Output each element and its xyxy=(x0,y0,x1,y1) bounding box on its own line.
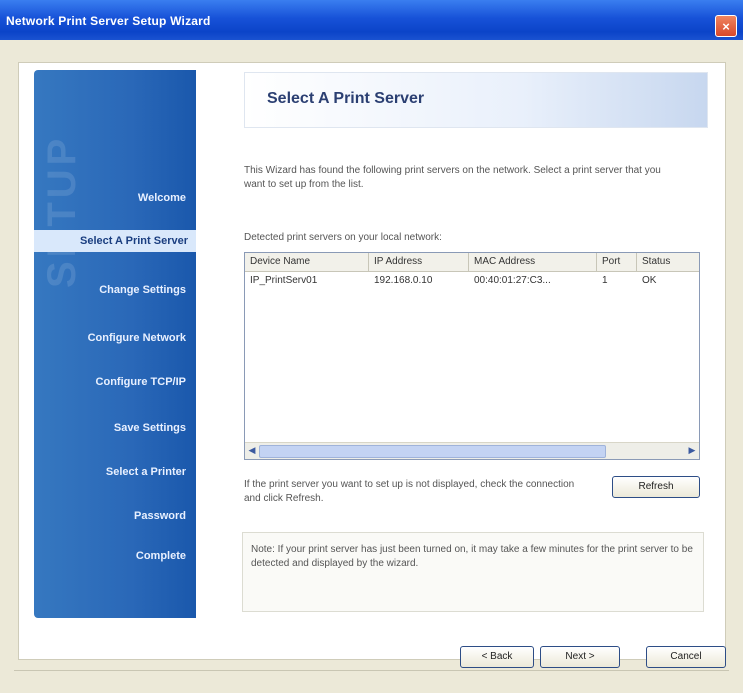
column-port[interactable]: Port xyxy=(597,253,637,271)
scroll-right-icon[interactable]: ▶ xyxy=(685,444,699,457)
column-status[interactable]: Status xyxy=(637,253,699,271)
step-configure-tcpip: Configure TCP/IP xyxy=(95,376,186,388)
step-configure-network: Configure Network xyxy=(87,332,186,344)
table-row[interactable]: IP_PrintServ01 192.168.0.10 00:40:01:27:… xyxy=(245,273,699,289)
list-header: Device Name IP Address MAC Address Port … xyxy=(245,253,699,272)
close-icon: × xyxy=(722,19,730,34)
list-label: Detected print servers on your local net… xyxy=(244,232,442,243)
cell-port: 1 xyxy=(602,275,608,286)
column-ip-address[interactable]: IP Address xyxy=(369,253,469,271)
column-mac-address[interactable]: MAC Address xyxy=(469,253,597,271)
step-complete: Complete xyxy=(135,550,186,562)
cancel-button[interactable]: Cancel xyxy=(646,646,726,668)
window-title: Network Print Server Setup Wizard xyxy=(6,14,211,28)
wizard-window: Network Print Server Setup Wizard × SETU… xyxy=(0,0,743,693)
cell-mac-address: 00:40:01:27:C3... xyxy=(474,275,551,286)
scroll-thumb[interactable] xyxy=(259,445,606,458)
print-server-list[interactable]: Device Name IP Address MAC Address Port … xyxy=(244,252,700,460)
back-button[interactable]: < Back xyxy=(460,646,534,668)
horizontal-scrollbar[interactable]: ◀ ▶ xyxy=(245,442,699,459)
intro-text: This Wizard has found the following prin… xyxy=(244,165,661,190)
cell-device-name: IP_PrintServ01 xyxy=(250,275,318,286)
page-header: Select A Print Server xyxy=(244,72,708,128)
refresh-hint: If the print server you want to set up i… xyxy=(244,479,575,504)
step-password: Password xyxy=(134,510,186,522)
title-bar[interactable]: Network Print Server Setup Wizard × xyxy=(0,0,743,40)
step-select-print-server: Select A Print Server xyxy=(34,230,196,252)
refresh-button[interactable]: Refresh xyxy=(612,476,700,498)
scroll-left-icon[interactable]: ◀ xyxy=(245,444,259,457)
page-title: Select A Print Server xyxy=(267,90,425,107)
note-text: Note: If your print server has just been… xyxy=(251,544,693,569)
cell-status: OK xyxy=(642,275,657,286)
note-box: Note: If your print server has just been… xyxy=(242,532,704,612)
cell-ip-address: 192.168.0.10 xyxy=(374,275,433,286)
column-device-name[interactable]: Device Name xyxy=(245,253,369,271)
step-change-settings: Change Settings xyxy=(99,284,186,296)
close-button[interactable]: × xyxy=(715,15,737,37)
wizard-steps-sidebar: SETUP Welcome Select A Print Server Chan… xyxy=(34,70,196,618)
next-button[interactable]: Next > xyxy=(540,646,620,668)
sidebar-watermark: SETUP xyxy=(40,134,84,288)
button-separator xyxy=(14,670,729,671)
step-select-printer: Select a Printer xyxy=(105,466,186,478)
step-save-settings: Save Settings xyxy=(113,422,186,434)
step-welcome: Welcome xyxy=(137,192,186,204)
